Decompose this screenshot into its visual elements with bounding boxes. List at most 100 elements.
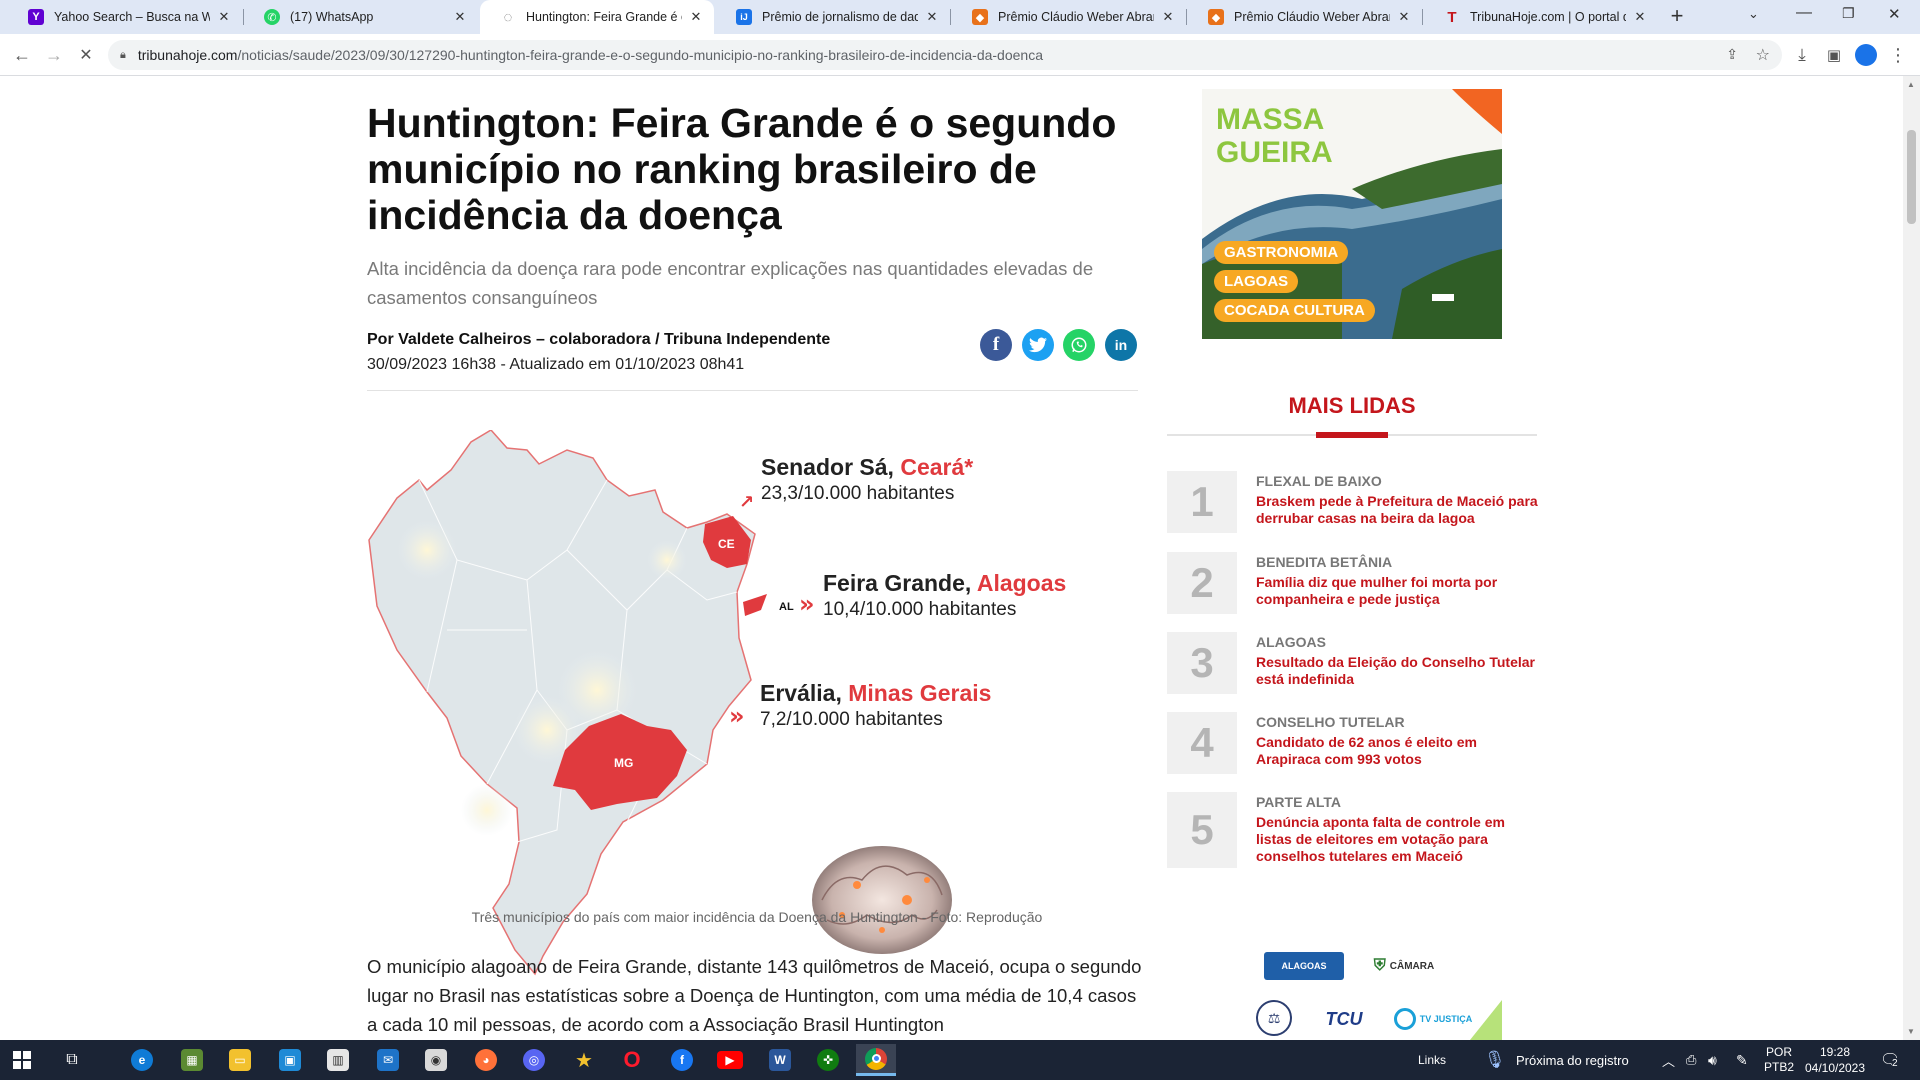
close-icon[interactable]: ✕ bbox=[452, 9, 468, 25]
linkedin-share-icon[interactable]: in bbox=[1105, 329, 1137, 361]
minecraft-icon[interactable]: ▦ bbox=[172, 1044, 212, 1076]
window-close-icon[interactable]: ✕ bbox=[1888, 5, 1901, 23]
tab-search-icon[interactable]: ⌄ bbox=[1748, 6, 1759, 22]
ad-massagueira[interactable]: MASSA GUEIRA GASTRONOMIA LAGOAS COCADA C… bbox=[1202, 89, 1502, 339]
forward-icon[interactable]: → bbox=[40, 41, 68, 69]
tab-whatsapp[interactable]: ✆ (17) WhatsApp ✕ bbox=[244, 0, 478, 34]
pen-icon[interactable]: ✎ bbox=[1736, 1040, 1748, 1080]
language-indicator[interactable]: POR PTB2 bbox=[1764, 1040, 1794, 1080]
scroll-up-icon[interactable]: ▲ bbox=[1907, 80, 1915, 89]
download-icon[interactable]: ⤓ bbox=[1788, 41, 1816, 69]
close-icon[interactable]: ✕ bbox=[216, 9, 232, 25]
scroll-down-icon[interactable]: ▼ bbox=[1907, 1027, 1915, 1036]
mais-lidas-item[interactable]: 3 ALAGOAS Resultado da Eleição do Consel… bbox=[1167, 632, 1537, 694]
rank-number: 1 bbox=[1167, 471, 1237, 533]
volume-icon[interactable]: 🔊︎ bbox=[1708, 1040, 1717, 1080]
next-record-button[interactable]: Próxima do registro bbox=[1516, 1040, 1629, 1080]
new-tab-icon[interactable]: + bbox=[1664, 4, 1690, 30]
browser-toolbar: ← → ✕ 🔒︎ tribunahoje.com/noticias/saude/… bbox=[0, 34, 1920, 76]
device-icon[interactable]: ⎙ bbox=[1686, 1040, 1696, 1080]
clock-time: 19:28 bbox=[1819, 1045, 1851, 1059]
tab-tribunahoje[interactable]: T TribunaHoje.com | O portal de ✕ bbox=[1424, 0, 1658, 34]
shopping-bag-icon[interactable]: ▥ bbox=[318, 1044, 358, 1076]
keyboard-layout: PTB2 bbox=[1764, 1060, 1795, 1074]
facebook-app-icon[interactable]: f bbox=[662, 1044, 702, 1076]
clock[interactable]: 19:28 04/10/2023 bbox=[1800, 1040, 1870, 1080]
camara-maceio-logo[interactable]: ⛨ CÂMARA bbox=[1368, 950, 1440, 982]
article-subtitle: Alta incidência da doença rara pode enco… bbox=[367, 258, 1094, 308]
xbox-icon[interactable]: ✜ bbox=[808, 1044, 848, 1076]
article-title: Huntington: Feira Grande é o segundo mun… bbox=[367, 100, 1117, 238]
tv-justica-logo[interactable]: TV JUSTIÇA bbox=[1388, 1006, 1478, 1032]
task-view-icon[interactable]: ⧉ bbox=[52, 1044, 92, 1076]
contacts-icon[interactable]: ◉ bbox=[416, 1044, 456, 1076]
mg-arrow-icon: » bbox=[729, 702, 745, 730]
close-icon[interactable]: ✕ bbox=[688, 9, 704, 25]
windows-start-icon[interactable] bbox=[2, 1044, 42, 1076]
entry-ervalia: Ervália, Minas Gerais 7,2/10.000 habitan… bbox=[760, 680, 991, 731]
tribunal-justica-logo[interactable]: ⚖ bbox=[1256, 1000, 1292, 1036]
share-icon[interactable]: ⇪ bbox=[1726, 46, 1738, 63]
notifications-icon[interactable]: 🗨︎ 2 bbox=[1880, 1040, 1900, 1080]
rank-category: BENEDITA BETÂNIA bbox=[1256, 554, 1393, 570]
page-scrollbar[interactable]: ▲ ▼ bbox=[1903, 76, 1920, 1040]
mais-lidas-item[interactable]: 4 CONSELHO TUTELAR Candidato de 62 anos … bbox=[1167, 712, 1537, 774]
tab-yahoo[interactable]: Y Yahoo Search – Busca na Web ✕ bbox=[8, 0, 242, 34]
rank-headline[interactable]: Candidato de 62 anos é eleito em Arapira… bbox=[1256, 734, 1541, 768]
close-icon[interactable]: ✕ bbox=[1396, 9, 1412, 25]
rank-headline[interactable]: Resultado da Eleição do Conselho Tutelar… bbox=[1256, 654, 1541, 688]
facebook-share-icon[interactable]: f bbox=[980, 329, 1012, 361]
entry-state: Alagoas bbox=[976, 570, 1067, 596]
file-explorer-icon[interactable]: ▭ bbox=[220, 1044, 260, 1076]
back-icon[interactable]: ← bbox=[8, 41, 36, 69]
entry-feira-grande: Feira Grande, Alagoas 10,4/10.000 habita… bbox=[823, 570, 1066, 621]
store-icon[interactable]: ▣ bbox=[270, 1044, 310, 1076]
youtube-icon[interactable]: ▶ bbox=[710, 1044, 750, 1076]
discord-icon[interactable]: ◎ bbox=[514, 1044, 554, 1076]
tab-premio-1[interactable]: ◆ Prêmio Cláudio Weber Abramo ✕ bbox=[952, 0, 1186, 34]
tab-title: Prêmio Cláudio Weber Abramo bbox=[1234, 10, 1390, 24]
mail-icon[interactable]: ✉ bbox=[368, 1044, 408, 1076]
tab-premio-2[interactable]: ◆ Prêmio Cláudio Weber Abramo ✕ bbox=[1188, 0, 1422, 34]
edge-icon[interactable]: e bbox=[122, 1044, 162, 1076]
whatsapp-share-icon[interactable] bbox=[1063, 329, 1095, 361]
chrome-icon[interactable] bbox=[856, 1044, 896, 1076]
address-bar[interactable]: 🔒︎ tribunahoje.com/noticias/saude/2023/0… bbox=[108, 40, 1782, 70]
word-icon[interactable]: W bbox=[760, 1044, 800, 1076]
close-icon[interactable]: ✕ bbox=[924, 9, 940, 25]
logo-text: ALAGOAS bbox=[1281, 961, 1327, 971]
opera-icon[interactable]: O bbox=[612, 1044, 652, 1076]
profile-avatar-icon[interactable] bbox=[1852, 41, 1880, 69]
links-toolbar[interactable]: Links bbox=[1418, 1040, 1446, 1080]
tab-jornalismo[interactable]: iJ Prêmio de jornalismo de dados ✕ bbox=[716, 0, 950, 34]
close-icon[interactable]: ✕ bbox=[1160, 9, 1176, 25]
article-byline: Por Valdete Calheiros – colaboradora / T… bbox=[367, 331, 831, 348]
rank-headline[interactable]: Braskem pede à Prefeitura de Maceió para… bbox=[1256, 493, 1541, 527]
tcu-logo[interactable]: TCU bbox=[1322, 1002, 1366, 1036]
alagoas-governo-logo[interactable]: ALAGOAS bbox=[1264, 952, 1344, 980]
tab-huntington-active[interactable]: ◌ Huntington: Feira Grande é o se ✕ bbox=[480, 0, 714, 34]
rank-category: PARTE ALTA bbox=[1256, 794, 1342, 810]
logo-text: TCU bbox=[1325, 1008, 1363, 1029]
side-panel-icon[interactable]: ▣ bbox=[1820, 41, 1848, 69]
bookmark-star-icon[interactable]: ☆ bbox=[1756, 45, 1770, 65]
twitter-share-icon[interactable] bbox=[1022, 329, 1054, 361]
close-icon[interactable]: ✕ bbox=[1632, 9, 1648, 25]
scrollbar-thumb[interactable] bbox=[1907, 130, 1916, 224]
star-app-icon[interactable]: ★ bbox=[564, 1044, 604, 1076]
mais-lidas-item[interactable]: 5 PARTE ALTA Denúncia aponta falta de co… bbox=[1167, 792, 1537, 868]
ad-title: MASSA GUEIRA bbox=[1216, 103, 1333, 169]
restore-icon[interactable]: ❐ bbox=[1842, 5, 1855, 22]
firefox-icon[interactable]: ◕ bbox=[466, 1044, 506, 1076]
mais-lidas-item[interactable]: 2 BENEDITA BETÂNIA Família diz que mulhe… bbox=[1167, 552, 1537, 614]
chevron-up-icon[interactable]: ︿ bbox=[1662, 1040, 1675, 1080]
minimize-icon[interactable]: — bbox=[1796, 4, 1812, 22]
rank-headline[interactable]: Denúncia aponta falta de controle em lis… bbox=[1256, 814, 1541, 865]
mais-lidas-item[interactable]: 1 FLEXAL DE BAIXO Braskem pede à Prefeit… bbox=[1167, 471, 1538, 533]
rank-headline[interactable]: Família diz que mulher foi morta por com… bbox=[1256, 574, 1541, 608]
entry-rate: 10,4/10.000 habitantes bbox=[823, 599, 1017, 620]
rank-number: 5 bbox=[1167, 792, 1237, 868]
menu-dots-icon[interactable]: ⋮ bbox=[1884, 41, 1912, 69]
stop-loading-icon[interactable]: ✕ bbox=[72, 41, 100, 69]
ad-tag: GASTRONOMIA bbox=[1214, 241, 1349, 264]
